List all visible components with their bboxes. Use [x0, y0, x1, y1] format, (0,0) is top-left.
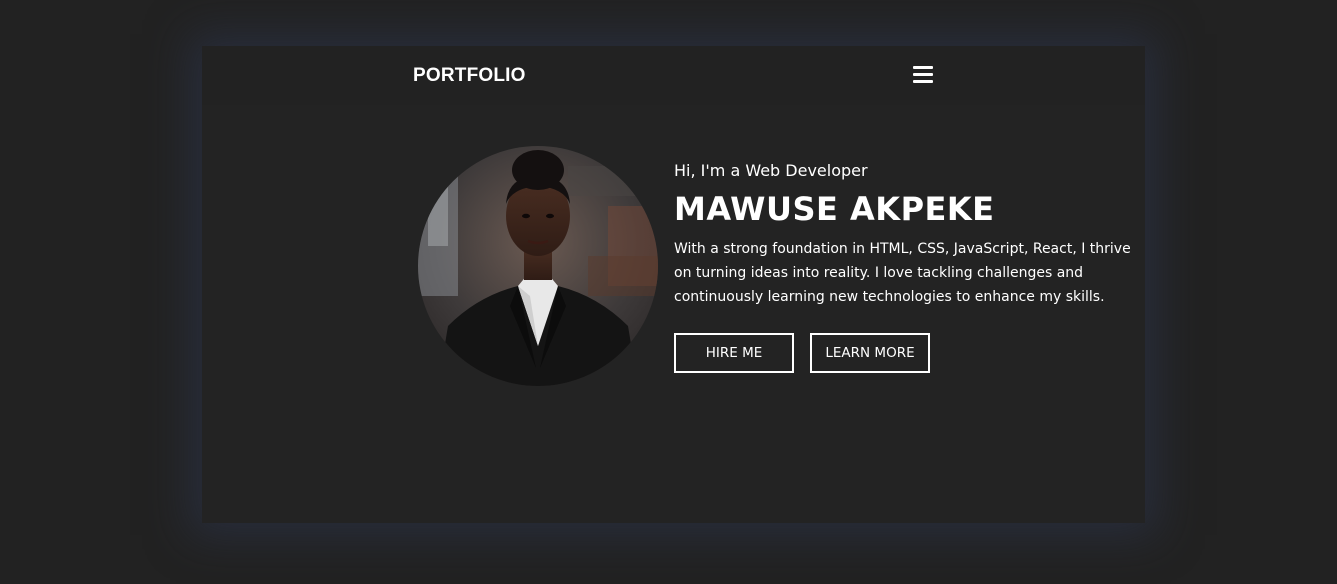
- hero-section: Hi, I'm a Web Developer MAWUSE AKPEKE Wi…: [202, 105, 1145, 523]
- profile-photo: [418, 146, 658, 386]
- navbar: PORTFOLIO: [202, 46, 1145, 105]
- learn-more-button[interactable]: LEARN MORE: [810, 333, 930, 373]
- menu-line: [913, 66, 933, 69]
- hero-bio: With a strong foundation in HTML, CSS, J…: [674, 241, 1131, 305]
- menu-line: [913, 73, 933, 76]
- menu-line: [913, 80, 933, 83]
- hero-name: MAWUSE AKPEKE: [674, 190, 995, 228]
- hire-me-button[interactable]: HIRE ME: [674, 333, 794, 373]
- hamburger-menu-icon[interactable]: [911, 65, 935, 85]
- brand-logo[interactable]: PORTFOLIO: [413, 65, 526, 87]
- page-frame: PORTFOLIO Hi, I'm a Web Developer MAWUSE…: [202, 46, 1145, 523]
- greeting-text: Hi, I'm a Web Developer: [674, 161, 868, 180]
- hero-text: Hi, I'm a Web Developer MAWUSE AKPEKE Wi…: [674, 161, 1144, 373]
